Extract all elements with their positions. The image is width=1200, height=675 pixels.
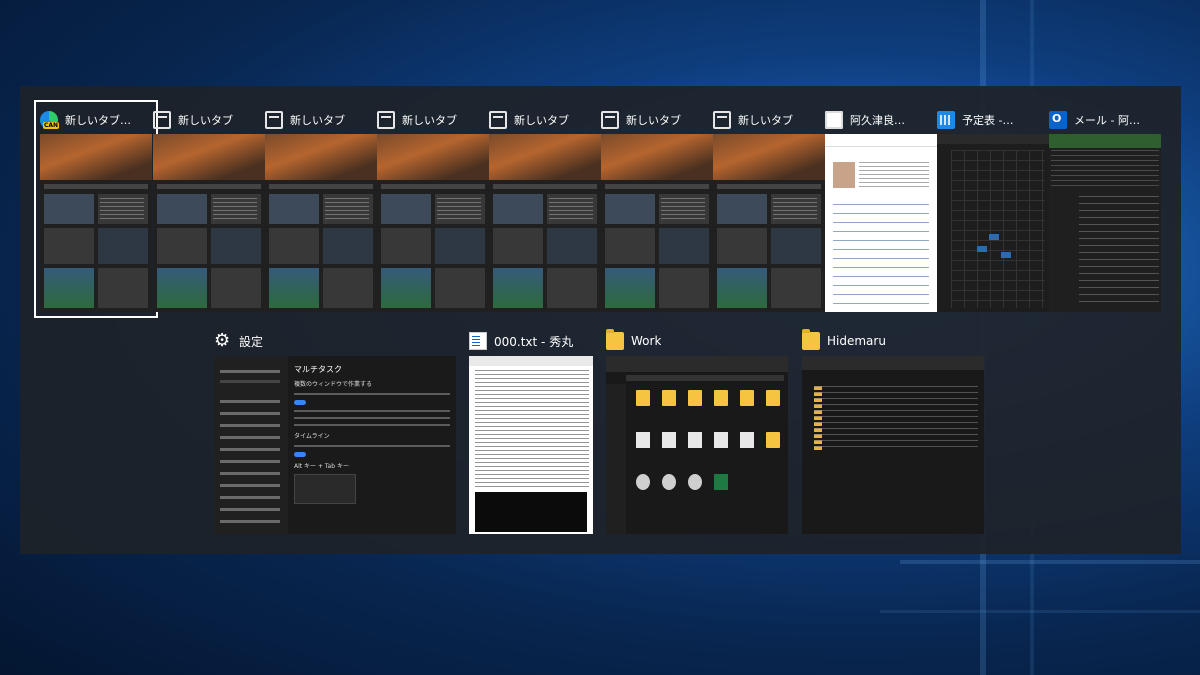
window-card-calendar[interactable]: 予定表 -… [937, 106, 1049, 312]
outlook-icon [1049, 111, 1067, 129]
window-card-hidemaru-folder[interactable]: Hidemaru [802, 326, 984, 534]
person-icon [825, 111, 843, 129]
window-title: 新しいタブ [626, 114, 681, 127]
window-thumbnail [377, 134, 489, 312]
window-title: 新しいタブ [178, 114, 233, 127]
window-card-mail[interactable]: メール - 阿… [1049, 106, 1161, 312]
window-card-new-tab[interactable]: 新しいタブ [713, 106, 825, 312]
window-thumbnail [265, 134, 377, 312]
window-card-new-tab[interactable]: 新しいタブ [377, 106, 489, 312]
folder-icon [802, 329, 820, 350]
window-title: 新しいタブ… [65, 114, 131, 127]
window-title: 000.txt - 秀丸 [494, 334, 574, 349]
window-thumbnail [1049, 134, 1161, 312]
window-title: Hidemaru [827, 334, 886, 348]
window-card-work-folder[interactable]: Work [606, 326, 788, 534]
window-title: 新しいタブ [290, 114, 345, 127]
window-title: 新しいタブ [402, 114, 457, 127]
window-card-new-tab[interactable]: 新しいタブ [265, 106, 377, 312]
window-thumbnail [606, 356, 788, 534]
window-title: 新しいタブ [738, 114, 793, 127]
window-thumbnail [469, 356, 593, 534]
window-card-settings[interactable]: ⚙ 設定 マルチタスク 複数のウィンドウで作業する タイムライン Alt キー … [214, 326, 456, 534]
folder-icon [606, 329, 624, 350]
window-card-hidemaru-editor[interactable]: 000.txt - 秀丸 [469, 326, 593, 534]
settings-alttab-heading: Alt キー + Tab キー [294, 463, 349, 470]
tab-icon [265, 111, 283, 129]
window-thumbnail [713, 134, 825, 312]
wallpaper-light-beam [900, 560, 1200, 564]
window-thumbnail [40, 134, 152, 312]
window-title: 新しいタブ [514, 114, 569, 127]
window-thumbnail [489, 134, 601, 312]
calendar-icon [937, 111, 955, 129]
tab-icon [601, 111, 619, 129]
window-card-edge-new-tab-selected[interactable]: CAN 新しいタブ… [34, 100, 158, 318]
window-card-article[interactable]: 阿久津良… [825, 106, 937, 312]
settings-timeline-heading: タイムライン [294, 433, 330, 440]
window-thumbnail [802, 356, 984, 534]
window-card-new-tab[interactable]: 新しいタブ [601, 106, 713, 312]
settings-subheading: 複数のウィンドウで作業する [294, 381, 373, 388]
window-card-new-tab[interactable]: 新しいタブ [153, 106, 265, 312]
tab-icon [153, 111, 171, 129]
gear-icon: ⚙ [214, 330, 231, 351]
window-title: 設定 [239, 334, 264, 349]
window-thumbnail [153, 134, 265, 312]
window-thumbnail [937, 134, 1049, 312]
notepad-icon [469, 332, 487, 350]
window-title: 阿久津良… [850, 114, 905, 127]
tab-icon [489, 111, 507, 129]
window-title: Work [631, 334, 662, 348]
window-title: メール - 阿… [1074, 114, 1140, 127]
window-thumbnail: マルチタスク 複数のウィンドウで作業する タイムライン Alt キー + Tab… [214, 356, 456, 534]
task-switcher-panel: CAN 新しいタブ… 新しいタブ 新しいタブ 新しいタブ 新しいタブ 新しいタブ… [20, 86, 1181, 554]
wallpaper-light-beam [880, 610, 1200, 613]
tab-icon [713, 111, 731, 129]
window-title: 予定表 -… [962, 114, 1014, 127]
window-thumbnail [601, 134, 713, 312]
edge-can-icon: CAN [40, 111, 60, 129]
tab-icon [377, 111, 395, 129]
settings-heading: マルチタスク [294, 365, 342, 374]
window-thumbnail [825, 134, 937, 312]
window-card-new-tab[interactable]: 新しいタブ [489, 106, 601, 312]
